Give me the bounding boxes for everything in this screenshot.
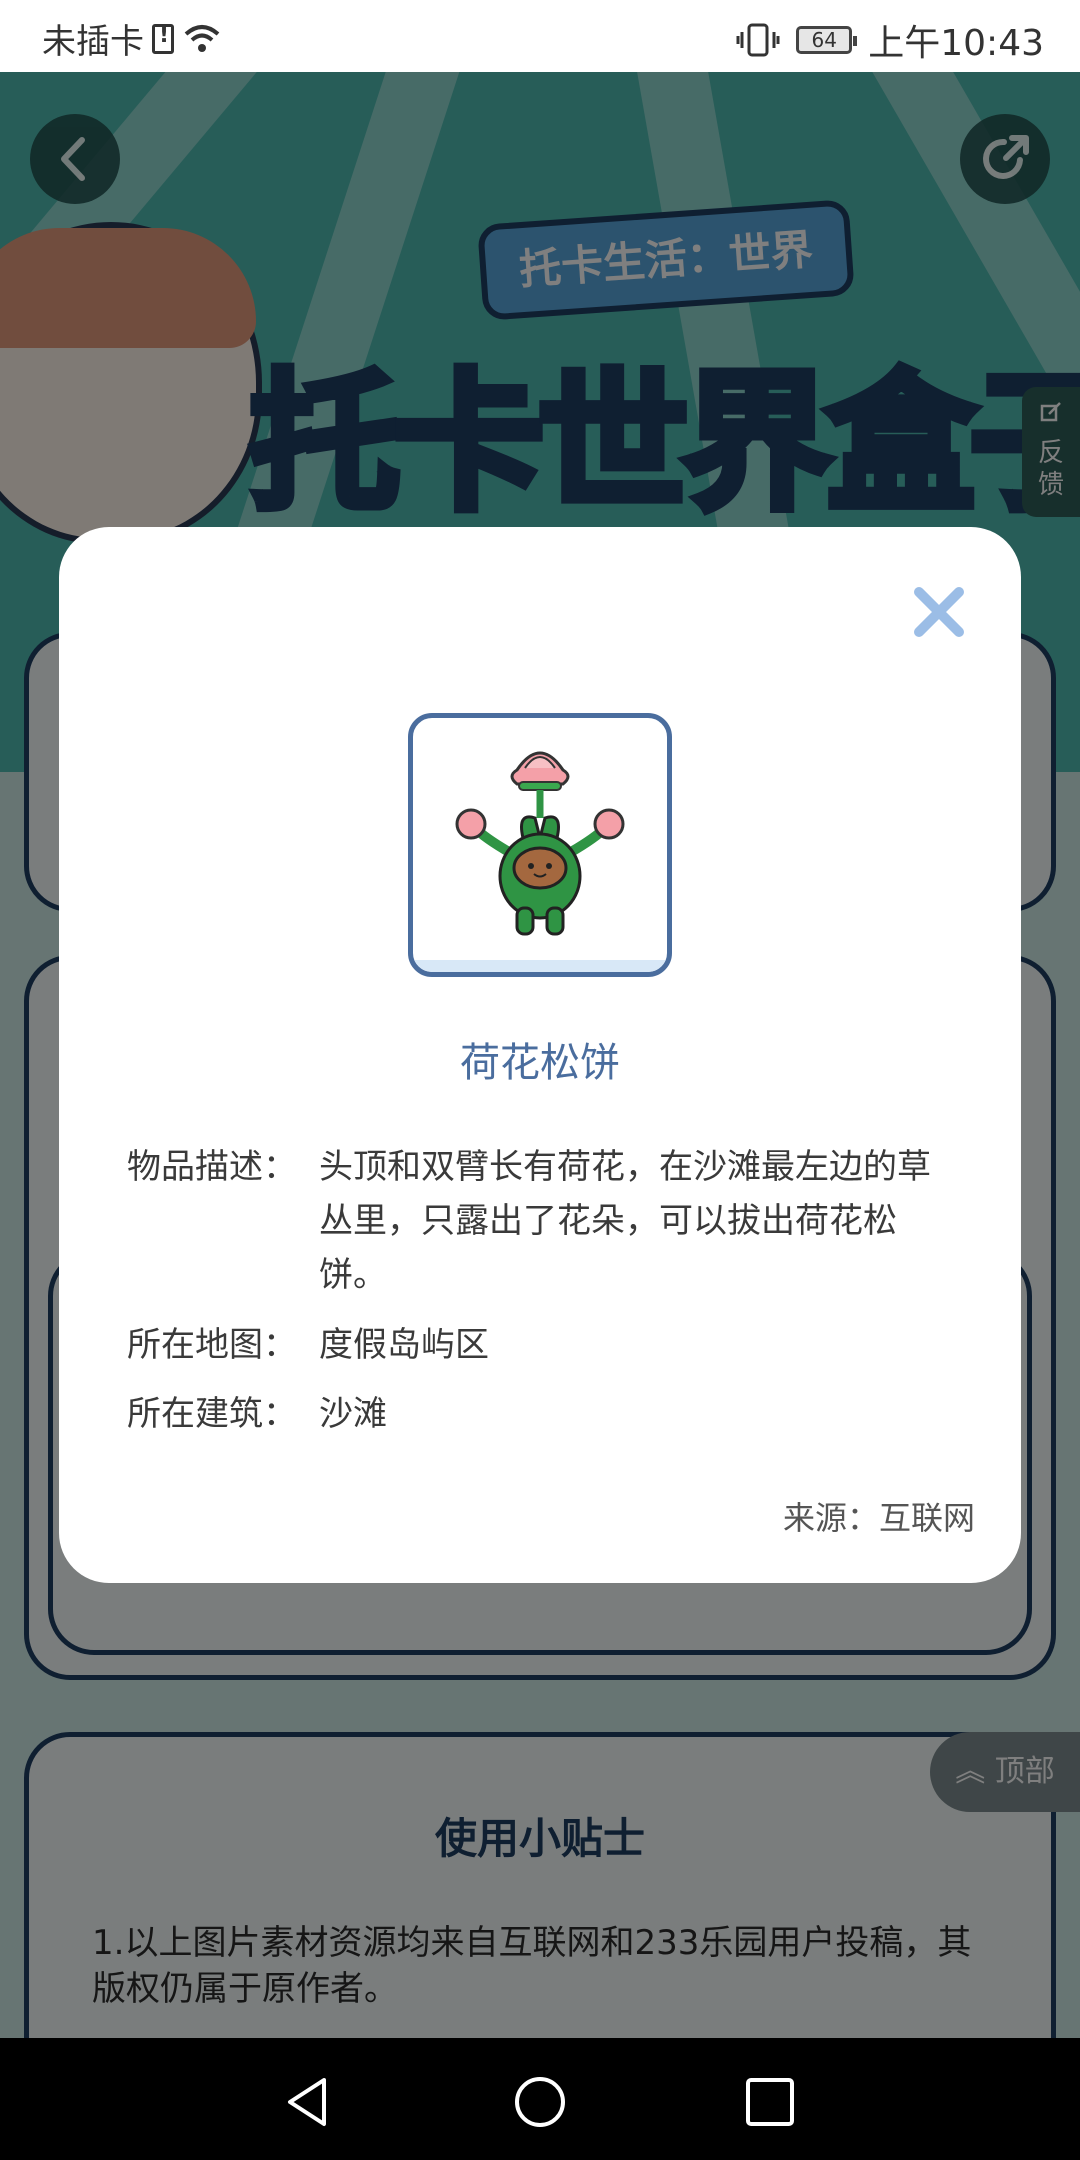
status-left: 未插卡 (42, 14, 222, 63)
info-label: 所在地图： (127, 1325, 297, 1365)
clock: 上午10:43 (868, 23, 1044, 64)
wifi-icon (184, 24, 220, 52)
close-icon (914, 587, 964, 637)
nav-home-button[interactable] (512, 2074, 568, 2130)
carrier-text: 未插卡 (42, 22, 144, 62)
item-name: 荷花松饼 (460, 1040, 620, 1086)
nav-back-button[interactable] (280, 2074, 336, 2130)
item-detail-dialog: 荷花松饼 物品描述： 头顶和双臂长有荷花，在沙滩最左边的草丛里，只露出了花朵，可… (59, 527, 1021, 1583)
info-value: 沙滩 (319, 1394, 387, 1434)
battery-icon: 64 (796, 26, 858, 54)
info-row-map: 所在地图： 度假岛屿区 (127, 1318, 957, 1372)
info-value: 度假岛屿区 (319, 1325, 489, 1365)
close-button[interactable] (909, 582, 969, 642)
vibrate-icon (736, 23, 780, 57)
info-row-building: 所在建筑： 沙滩 (127, 1387, 957, 1441)
info-label: 所在建筑： (127, 1394, 297, 1434)
status-right: 64 上午10:43 (736, 14, 1044, 66)
info-label: 物品描述： (127, 1147, 297, 1187)
item-frame-footer (413, 960, 667, 972)
square-recent-icon (746, 2078, 794, 2126)
status-bar: 未插卡 64 上午10:43 (0, 0, 1080, 72)
navigation-bar (0, 2038, 1080, 2160)
info-value: 头顶和双臂长有荷花，在沙滩最左边的草丛里，只露出了花朵，可以拔出荷花松饼。 (319, 1147, 931, 1295)
triangle-back-icon (288, 2078, 326, 2126)
screen: 未插卡 64 上午10:43 (0, 0, 1080, 2160)
item-image-frame (408, 713, 672, 977)
info-row-description: 物品描述： 头顶和双臂长有荷花，在沙滩最左边的草丛里，只露出了花朵，可以拔出荷花… (127, 1140, 957, 1302)
nav-recent-button[interactable] (742, 2074, 798, 2130)
circle-home-icon (515, 2077, 565, 2127)
lotus-muffin-image (455, 751, 625, 936)
sim-alert-icon (152, 23, 174, 54)
source-text: 来源：互联网 (782, 1499, 975, 1537)
